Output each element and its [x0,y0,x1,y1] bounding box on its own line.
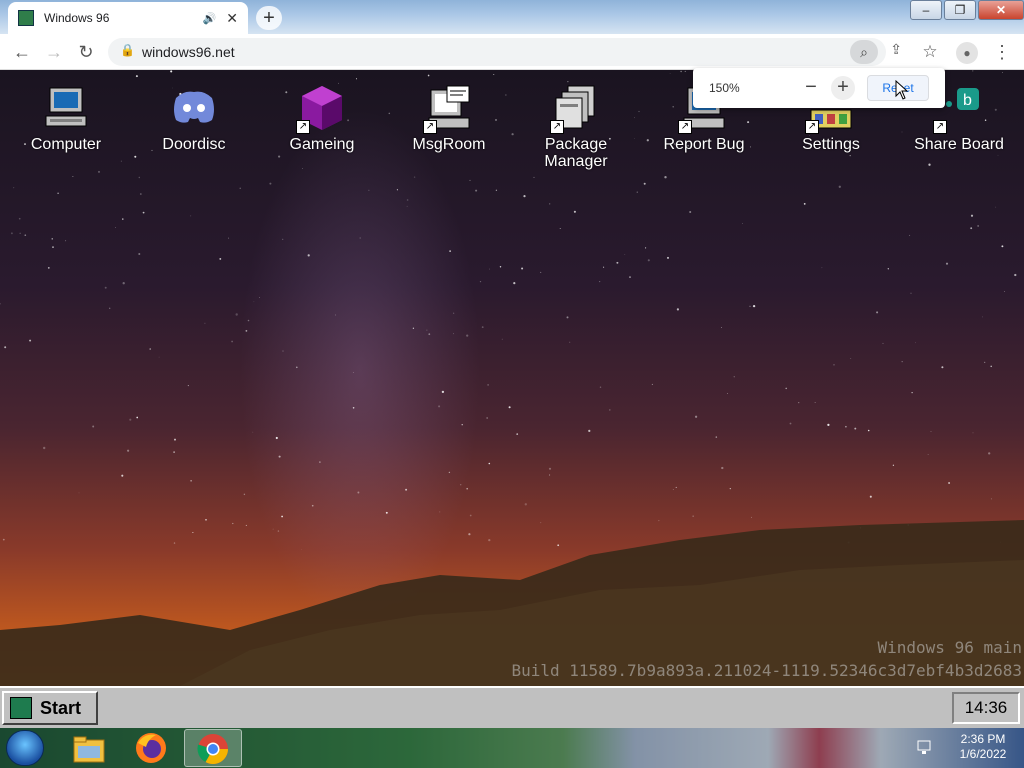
desktop-icon-package-manager[interactable]: ↗ Package Manager [516,84,636,170]
discord-icon [170,84,218,132]
firefox-icon[interactable] [134,731,168,765]
desktop-icon-computer[interactable]: Computer [6,84,126,153]
clock-time: 2:36 PM [960,732,1006,746]
desktop-icon-msgroom[interactable]: ↗ MsgRoom [389,84,509,153]
browser-titlebar: Windows 96 🔊 ✕ + – ❐ ✕ [0,0,1024,34]
window-controls: – ❐ ✕ [908,0,1024,20]
lock-icon[interactable]: 🔒 [120,43,135,57]
build-number: Build 11589.7b9a893a.211024-1119.52346c3… [511,661,1022,680]
zoom-level: 150% [709,81,740,95]
system-clock[interactable]: 2:36 PM 1/6/2022 [948,732,1018,762]
zoom-in-button[interactable]: + [831,76,855,100]
chrome-taskbar-button[interactable] [184,729,242,767]
win96-taskbar: Start 14:36 [0,686,1024,728]
browser-toolbar: ← → ↻ 🔒 windows96.net ⌕ ⇪ ☆ ● ⋮ [0,34,1024,70]
browser-tab[interactable]: Windows 96 🔊 ✕ [8,2,248,34]
maximize-button[interactable]: ❐ [944,0,976,20]
forward-arrow-icon[interactable]: → [42,40,66,64]
chrome-icon [197,734,228,765]
shortcut-arrow-icon: ↗ [933,120,947,134]
windows96-favicon [18,10,34,26]
url-text[interactable]: windows96.net [142,44,235,60]
address-bar[interactable]: 🔒 windows96.net ⌕ ⇪ [108,38,902,66]
windows-start-orb-icon[interactable] [6,730,44,766]
close-window-button[interactable]: ✕ [978,0,1024,20]
computer-icon [42,84,90,132]
file-explorer-icon[interactable] [72,732,106,766]
icon-label: Gameing [289,136,355,153]
shortcut-arrow-icon: ↗ [805,120,819,134]
shortcut-arrow-icon: ↗ [550,120,564,134]
shortcut-arrow-icon: ↗ [423,120,437,134]
build-watermark: Windows 96 main Build 11589.7b9a893a.211… [511,636,1022,682]
bookmark-star-icon[interactable]: ☆ [918,40,942,64]
zoom-magnifier-icon[interactable]: ⌕ [850,40,878,64]
desktop-icon-gameing[interactable]: ↗ Gameing [262,84,382,153]
icon-label: Package Manager [544,136,608,170]
msgroom-icon: ↗ [423,84,473,134]
shortcut-arrow-icon: ↗ [296,120,310,134]
network-icon[interactable] [916,739,932,755]
icon-label: MsgRoom [412,136,486,153]
back-arrow-icon[interactable]: ← [10,40,34,64]
host-taskbar: 2:36 PM 1/6/2022 [0,728,1024,768]
shortcut-arrow-icon: ↗ [678,120,692,134]
icon-label: Doordisc [162,136,226,153]
icon-label: Report Bug [663,136,745,153]
svg-text:b: b [963,92,972,109]
win96-desktop[interactable]: Computer Doordisc ↗ Gameing ↗ MsgRoom ↗ … [0,70,1024,686]
new-tab-button[interactable]: + [256,6,282,30]
icon-label: Settings [802,136,860,153]
profile-avatar-icon[interactable]: ● [956,42,978,64]
icon-label: Share Board [914,136,1004,153]
win96-clock[interactable]: 14:36 [952,692,1020,724]
mouse-cursor-icon [895,80,909,100]
reload-icon[interactable]: ↻ [74,40,98,64]
tab-title: Windows 96 [44,11,110,25]
start-label: Start [40,697,82,718]
desktop-icon-doordisc[interactable]: Doordisc [134,84,254,153]
zoom-out-button[interactable]: − [799,76,823,100]
tab-close-icon[interactable]: ✕ [226,10,238,27]
mountain-silhouette [0,520,1024,686]
start-button[interactable]: Start [2,691,98,725]
icon-label: Computer [30,136,102,153]
package-icon: ↗ [550,84,600,134]
clock-date: 1/6/2022 [959,747,1007,761]
share-icon[interactable]: ⇪ [890,41,902,58]
minimize-button[interactable]: – [910,0,942,20]
windows96-logo-icon [10,697,32,719]
browser-menu-icon[interactable]: ⋮ [990,40,1014,64]
audio-playing-icon[interactable]: 🔊 [203,12,217,25]
build-os-name: Windows 96 main [877,638,1023,657]
cube-icon: ↗ [296,84,346,134]
